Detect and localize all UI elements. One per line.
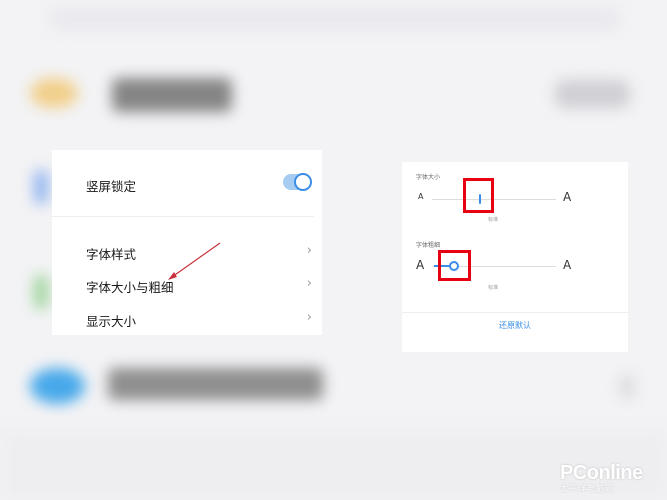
size-large-a-icon: A	[563, 190, 572, 204]
weight-small-a-icon: A	[416, 258, 425, 272]
highlight-box	[463, 178, 494, 213]
divider	[402, 312, 628, 313]
font-size-slider-track[interactable]	[432, 199, 556, 200]
font-size-tick-label: 标准	[488, 217, 499, 223]
font-size-weight-panel: 字体大小 A A 标准 字体粗细 A A 标准 还原默认	[402, 162, 628, 352]
pconline-watermark: PConline 太平洋电脑网	[560, 462, 643, 494]
font-size-label: 字体大小	[416, 174, 441, 181]
font-weight-label: 字体粗细	[416, 242, 441, 249]
weight-large-a-icon: A	[563, 258, 572, 272]
arrow-head	[168, 272, 177, 280]
highlight-box	[438, 250, 471, 281]
arrow-shaft	[171, 242, 221, 278]
size-small-a-icon: A	[418, 192, 424, 201]
watermark-logo: PConline	[560, 462, 643, 484]
reset-default-button[interactable]: 还原默认	[402, 320, 628, 331]
font-weight-tick-label: 标准	[488, 285, 499, 291]
